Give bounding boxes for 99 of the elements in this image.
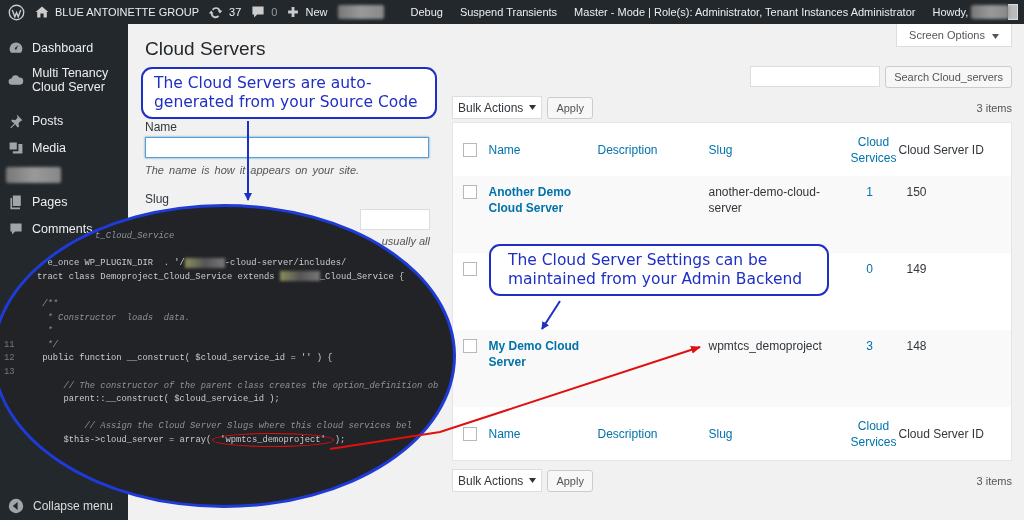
item-count: 3 items — [976, 101, 1012, 114]
code-comment: /** — [42, 298, 59, 309]
column-header[interactable]: Description — [597, 141, 658, 158]
comment-count[interactable]: 0 — [271, 6, 278, 18]
comment-icon — [8, 220, 24, 237]
code-line: $this->cloud_server = array( — [63, 434, 212, 445]
pin-icon — [8, 112, 24, 129]
column-header[interactable]: Slug — [708, 141, 733, 158]
field-label: Slug — [145, 192, 171, 206]
redacted-block — [6, 166, 61, 183]
update-count[interactable]: 37 — [229, 6, 242, 18]
column-header[interactable]: Name — [488, 425, 521, 442]
field-label: Name — [145, 120, 178, 134]
code-line: public function __construct( $cloud_service_id = '' ) { — [42, 353, 333, 364]
logo-icon — [8, 3, 25, 21]
redacted-block — [184, 257, 225, 268]
redacted-block — [971, 5, 1009, 19]
menu-item[interactable]: Comments — [32, 221, 93, 236]
code-comment: t_Cloud_Service — [95, 231, 175, 241]
comment-icon — [250, 4, 267, 20]
checkbox[interactable] — [463, 262, 477, 276]
screen-options-button[interactable]: Screen Options — [896, 24, 1012, 47]
callout-arrow — [541, 300, 561, 330]
table-cell: another-demo-cloud-server — [708, 185, 820, 215]
checkbox[interactable] — [463, 143, 477, 157]
menu-item[interactable]: Posts — [32, 113, 64, 128]
apply-button[interactable]: Apply — [547, 96, 593, 119]
column-header: Cloud Server ID — [898, 425, 984, 442]
plus-icon — [286, 5, 301, 19]
code-line: _Cloud_Service { — [319, 271, 405, 282]
code-comment: */ — [47, 339, 59, 350]
checkbox[interactable] — [463, 339, 477, 353]
code-line: e_once WP_PLUGIN_DIR . '/ — [47, 258, 185, 269]
menu-item[interactable]: Dashboard — [32, 40, 94, 55]
line-number: 13 — [4, 366, 15, 377]
count-link[interactable]: 1 — [866, 185, 873, 199]
code-line: -cloud-server/includes/ — [224, 258, 347, 269]
avatar-icon — [1008, 4, 1018, 20]
callout: The Cloud Servers are auto-generated from your Source Code — [141, 67, 437, 119]
field-hint: The name is how it appears on your site. — [145, 164, 361, 176]
menu-item[interactable]: Pages — [32, 194, 68, 209]
admin-bar-link[interactable]: Debug — [410, 6, 443, 18]
checkbox[interactable] — [463, 427, 477, 441]
search-button[interactable]: Search Cloud_servers — [885, 66, 1012, 88]
apply-button[interactable]: Apply — [547, 469, 593, 492]
field-hint: usually all — [381, 235, 430, 247]
admin-bar-link[interactable]: Suspend Transients — [459, 6, 558, 18]
code-string: 'wpmtcs_demoproject' — [220, 434, 326, 445]
table-cell: wpmtcs_demoproject — [708, 339, 822, 353]
item-count: 3 items — [976, 474, 1012, 487]
code-comment: // The constructor of the parent class creates the option_definition ob — [63, 380, 439, 391]
column-header[interactable]: Cloud Services — [850, 133, 897, 166]
table-cell: 149 — [906, 262, 927, 276]
column-header: Cloud Server ID — [898, 141, 984, 158]
code-line: parent::__construct( $cloud_service_id ); — [63, 394, 280, 405]
menu-item[interactable]: Multi Tenancy Cloud Server — [32, 66, 120, 94]
collapse-menu[interactable]: Collapse menu — [33, 499, 114, 513]
caret-icon — [529, 105, 537, 110]
bulk-actions-dropdown[interactable]: Bulk Actions — [452, 96, 543, 119]
column-header[interactable]: Name — [488, 141, 521, 158]
column-header[interactable]: Slug — [708, 425, 733, 442]
code-comment: * — [47, 326, 53, 337]
row-title-link[interactable]: Another Demo Cloud Server — [488, 184, 582, 216]
redacted-block — [338, 5, 385, 19]
cloud-icon — [8, 72, 24, 88]
pages-icon — [8, 193, 24, 210]
code-line: tract class Demoproject_Cloud_Service extends — [37, 271, 276, 282]
code-comment: // Assign the Cloud Server Slugs where this cloud services bel — [84, 421, 412, 432]
code-line: ); — [334, 434, 346, 445]
column-header[interactable]: Cloud Services — [850, 417, 897, 450]
refresh-icon — [208, 4, 225, 20]
count-link[interactable]: 3 — [866, 339, 873, 353]
admin-bar-link[interactable]: Master - Mode | Role(s): Administrator, Tenant Instances Administrator — [574, 6, 916, 18]
table-cell: 150 — [906, 185, 927, 199]
media-icon — [8, 139, 24, 156]
caret-icon — [529, 478, 537, 483]
redacted-block — [279, 271, 320, 282]
caret-icon — [992, 34, 999, 39]
line-number: 12 — [4, 353, 15, 364]
slug-field[interactable] — [360, 209, 430, 230]
name-field[interactable] — [145, 137, 429, 158]
bulk-actions-dropdown[interactable]: Bulk Actions — [452, 469, 543, 492]
page-title: Cloud Servers — [145, 38, 267, 60]
code-comment: * Constructor loads data. — [47, 312, 191, 323]
callout: The Cloud Server Settings can be maintained from your Admin Backend — [489, 244, 829, 296]
column-header[interactable]: Description — [597, 425, 658, 442]
row-title-link[interactable]: My Demo Cloud Server — [488, 338, 582, 370]
menu-item[interactable]: Media — [32, 140, 67, 155]
gauge-icon — [8, 39, 24, 56]
checkbox[interactable] — [463, 185, 477, 199]
count-link[interactable]: 0 — [866, 262, 873, 276]
table-cell: 148 — [906, 339, 927, 353]
site-name[interactable]: BLUE ANTOINETTE GROUP — [55, 6, 200, 18]
home-icon — [34, 4, 50, 20]
new-menu[interactable]: New — [305, 6, 328, 18]
line-number: 11 — [4, 339, 15, 350]
howdy-label[interactable]: Howdy, — [932, 6, 969, 18]
search-field[interactable] — [750, 66, 881, 87]
collapse-icon — [8, 498, 24, 514]
